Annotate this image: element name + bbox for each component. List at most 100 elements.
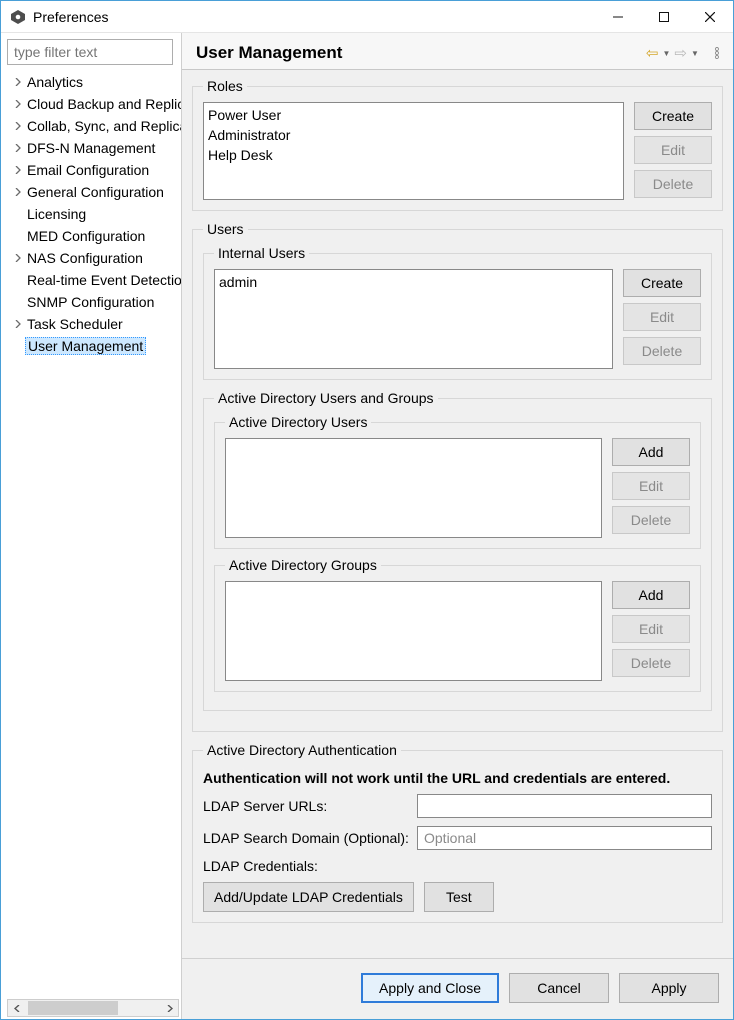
sidebar-item[interactable]: Real-time Event Detection (7, 269, 181, 291)
ad-users-delete-button[interactable]: Delete (612, 506, 690, 534)
tree-expand-icon[interactable] (11, 119, 25, 133)
sidebar-item[interactable]: Licensing (7, 203, 181, 225)
page-title: User Management (196, 43, 342, 63)
sidebar-item-label: DFS-N Management (25, 140, 157, 156)
internal-users-delete-button[interactable]: Delete (623, 337, 701, 365)
ldap-domain-label: LDAP Search Domain (Optional): (203, 830, 413, 846)
minimize-button[interactable] (595, 1, 641, 32)
roles-legend: Roles (203, 78, 247, 94)
ad-users-edit-button[interactable]: Edit (612, 472, 690, 500)
list-item[interactable]: Help Desk (208, 145, 619, 165)
auth-warning-text: Authentication will not work until the U… (203, 770, 712, 786)
ldap-urls-input[interactable] (417, 794, 712, 818)
list-item[interactable]: admin (219, 272, 608, 292)
internal-users-group: Internal Users admin Create Edit Delete (203, 245, 712, 380)
nav-forward-dropdown-icon[interactable]: ▼ (691, 49, 699, 58)
sidebar-item-label: NAS Configuration (25, 250, 145, 266)
sidebar-item[interactable]: Task Scheduler (7, 313, 181, 335)
sidebar-horizontal-scrollbar[interactable] (7, 999, 179, 1017)
tree-expand-icon[interactable] (11, 75, 25, 89)
sidebar-item[interactable]: Analytics (7, 71, 181, 93)
internal-users-edit-button[interactable]: Edit (623, 303, 701, 331)
ad-groups-listbox[interactable] (225, 581, 602, 681)
sidebar-item-label: Email Configuration (25, 162, 151, 178)
sidebar-item[interactable]: Cloud Backup and Replication (7, 93, 181, 115)
sidebar-item-label: User Management (25, 337, 146, 355)
ad-auth-group: Active Directory Authentication Authenti… (192, 742, 723, 923)
scroll-left-button[interactable] (8, 1000, 26, 1016)
sidebar-item-label: MED Configuration (25, 228, 147, 244)
sidebar-item[interactable]: User Management (7, 335, 181, 357)
ldap-domain-input[interactable] (417, 826, 712, 850)
page-body: Roles Power UserAdministratorHelp Desk C… (182, 70, 733, 958)
sidebar-item[interactable]: DFS-N Management (7, 137, 181, 159)
view-menu-icon[interactable]: ∘∘∘ (713, 47, 721, 59)
internal-users-listbox[interactable]: admin (214, 269, 613, 369)
add-update-ldap-credentials-button[interactable]: Add/Update LDAP Credentials (203, 882, 414, 912)
list-item[interactable]: Power User (208, 105, 619, 125)
right-pane: User Management ⇦ ▼ ⇨ ▼ ∘∘∘ Roles Power … (181, 33, 733, 1019)
roles-create-button[interactable]: Create (634, 102, 712, 130)
nav-forward-icon[interactable]: ⇨ (674, 46, 687, 61)
sidebar-item[interactable]: MED Configuration (7, 225, 181, 247)
ad-groups-group: Active Directory Groups Add Edit Delete (214, 557, 701, 692)
filter-input[interactable] (7, 39, 173, 65)
sidebar-item-label: Real-time Event Detection (25, 272, 181, 288)
tree-expand-icon[interactable] (11, 185, 25, 199)
ad-users-group: Active Directory Users Add Edit Delete (214, 414, 701, 549)
ad-users-groups-group: Active Directory Users and Groups Active… (203, 390, 712, 711)
roles-delete-button[interactable]: Delete (634, 170, 712, 198)
tree-expand-icon[interactable] (11, 317, 25, 331)
scroll-right-button[interactable] (160, 1000, 178, 1016)
tree-expand-icon[interactable] (11, 141, 25, 155)
users-legend: Users (203, 221, 248, 237)
window-title: Preferences (33, 9, 108, 25)
sidebar-item-label: SNMP Configuration (25, 294, 156, 310)
apply-button[interactable]: Apply (619, 973, 719, 1003)
sidebar-item[interactable]: SNMP Configuration (7, 291, 181, 313)
tree-expand-icon[interactable] (11, 163, 25, 177)
roles-group: Roles Power UserAdministratorHelp Desk C… (192, 78, 723, 211)
maximize-button[interactable] (641, 1, 687, 32)
app-icon (9, 8, 27, 26)
scroll-thumb[interactable] (28, 1001, 118, 1015)
ad-groups-legend: Active Directory Groups (225, 557, 381, 573)
sidebar-item[interactable]: NAS Configuration (7, 247, 181, 269)
page-header: User Management ⇦ ▼ ⇨ ▼ ∘∘∘ (182, 33, 733, 70)
ad-auth-legend: Active Directory Authentication (203, 742, 401, 758)
ad-groups-add-button[interactable]: Add (612, 581, 690, 609)
roles-edit-button[interactable]: Edit (634, 136, 712, 164)
nav-back-dropdown-icon[interactable]: ▼ (662, 49, 670, 58)
cancel-button[interactable]: Cancel (509, 973, 609, 1003)
ad-groups-edit-button[interactable]: Edit (612, 615, 690, 643)
sidebar-item-label: Task Scheduler (25, 316, 125, 332)
test-ldap-button[interactable]: Test (424, 882, 494, 912)
main-split: Analytics Cloud Backup and Replication Col… (1, 33, 733, 1019)
preferences-tree[interactable]: Analytics Cloud Backup and Replication Col… (7, 69, 181, 999)
sidebar-item-label: General Configuration (25, 184, 166, 200)
scroll-track[interactable] (26, 1000, 160, 1016)
sidebar-item[interactable]: Collab, Sync, and Replication (7, 115, 181, 137)
list-item[interactable]: Administrator (208, 125, 619, 145)
ldap-urls-label: LDAP Server URLs: (203, 798, 413, 814)
titlebar: Preferences (1, 1, 733, 33)
sidebar-item[interactable]: General Configuration (7, 181, 181, 203)
tree-expand-icon[interactable] (11, 251, 25, 265)
sidebar-item-label: Analytics (25, 74, 85, 90)
ad-users-legend: Active Directory Users (225, 414, 371, 430)
nav-back-icon[interactable]: ⇦ (646, 46, 659, 61)
roles-listbox[interactable]: Power UserAdministratorHelp Desk (203, 102, 624, 200)
ad-users-listbox[interactable] (225, 438, 602, 538)
preferences-window: Preferences Analytics Cloud Backup and Re… (0, 0, 734, 1020)
internal-users-create-button[interactable]: Create (623, 269, 701, 297)
sidebar: Analytics Cloud Backup and Replication Col… (1, 33, 181, 1019)
dialog-footer: Apply and Close Cancel Apply (182, 958, 733, 1019)
ad-users-add-button[interactable]: Add (612, 438, 690, 466)
sidebar-item[interactable]: Email Configuration (7, 159, 181, 181)
apply-and-close-button[interactable]: Apply and Close (361, 973, 499, 1003)
ad-groups-delete-button[interactable]: Delete (612, 649, 690, 677)
sidebar-item-label: Licensing (25, 206, 88, 222)
tree-expand-icon[interactable] (11, 97, 25, 111)
close-button[interactable] (687, 1, 733, 32)
sidebar-item-label: Collab, Sync, and Replication (25, 118, 181, 134)
